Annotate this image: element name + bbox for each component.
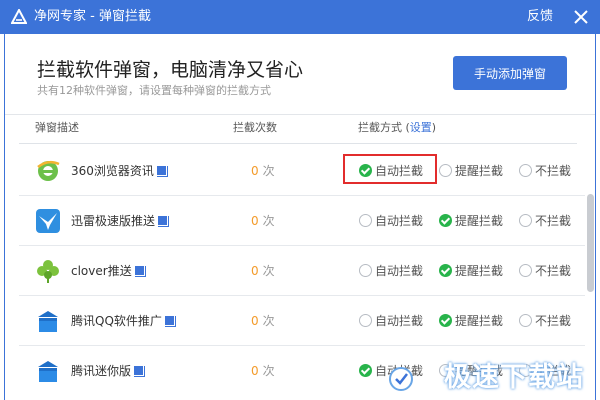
watermark-text: 极速下载站 xyxy=(444,362,584,393)
row-name-text: 360浏览器资讯 xyxy=(71,164,154,178)
column-header-method-label: 拦截方式 ( xyxy=(358,121,410,134)
option-label: 提醒拦截 xyxy=(455,263,504,278)
block-count: 0次 xyxy=(251,213,275,229)
option-no-block[interactable]: 不拦截 xyxy=(519,261,571,279)
close-icon[interactable] xyxy=(572,8,590,26)
radio-icon[interactable] xyxy=(439,163,452,177)
page-headline: 拦截软件弹窗，电脑清净又省心 xyxy=(37,59,304,81)
radio-checked-icon[interactable] xyxy=(439,313,452,327)
selection-highlight-box xyxy=(343,154,437,184)
title-bar: 净网专家 - 弹窗拦截 反馈 xyxy=(0,0,600,34)
block-count: 0次 xyxy=(251,313,275,329)
feedback-link[interactable]: 反馈 xyxy=(527,8,553,26)
radio-icon[interactable] xyxy=(519,213,532,227)
row-name: 360浏览器资讯 xyxy=(71,163,167,179)
option-no-block[interactable]: 不拦截 xyxy=(519,161,571,179)
row-name: 迅雷极速版推送 xyxy=(71,213,169,229)
ie-browser-icon xyxy=(37,160,60,181)
option-label: 不拦截 xyxy=(535,263,572,278)
thunder-bird-icon xyxy=(36,209,60,233)
radio-icon[interactable] xyxy=(519,313,532,327)
blue-box-icon xyxy=(38,361,58,382)
row-name-text: 腾讯QQ软件推广 xyxy=(71,314,162,328)
radio-checked-icon[interactable] xyxy=(439,263,452,277)
column-header-count: 拦截次数 xyxy=(233,121,277,134)
row-name-text: clover推送 xyxy=(71,264,132,278)
block-count-unit: 次 xyxy=(262,214,275,228)
radio-icon[interactable] xyxy=(359,313,372,327)
popup-blocker-window: 拦截软件弹窗，电脑清净又省心 共有12种软件弹窗，请设置每种弹窗的拦截方式 手动… xyxy=(4,34,596,400)
detail-icon[interactable] xyxy=(133,265,145,276)
block-count-value: 0 xyxy=(251,364,259,378)
block-count-unit: 次 xyxy=(262,264,275,278)
block-count: 0次 xyxy=(251,263,275,279)
radio-icon[interactable] xyxy=(359,213,372,227)
detail-icon[interactable] xyxy=(133,365,145,376)
watermark-logo-icon xyxy=(389,367,413,391)
block-count-value: 0 xyxy=(251,264,259,278)
add-popup-button[interactable]: 手动添加弹窗 xyxy=(453,56,567,90)
option-auto-block[interactable]: 自动拦截 xyxy=(359,211,423,229)
block-count-value: 0 xyxy=(251,214,259,228)
table-row: 迅雷极速版推送 0次 自动拦截 提醒拦截 不拦截 xyxy=(5,196,585,246)
option-label: 自动拦截 xyxy=(375,313,424,328)
settings-link[interactable]: 设置 xyxy=(410,121,432,134)
option-remind-block[interactable]: 提醒拦截 xyxy=(439,261,503,279)
block-count-unit: 次 xyxy=(262,164,275,178)
column-header-description: 弹窗描述 xyxy=(35,121,79,134)
option-label: 不拦截 xyxy=(535,213,572,228)
option-label: 不拦截 xyxy=(535,313,572,328)
option-label: 自动拦截 xyxy=(375,263,424,278)
radio-icon[interactable] xyxy=(519,263,532,277)
header-panel: 拦截软件弹窗，电脑清净又省心 共有12种软件弹窗，请设置每种弹窗的拦截方式 手动… xyxy=(5,34,595,115)
row-name: 腾讯迷你版 xyxy=(71,363,145,379)
detail-icon[interactable] xyxy=(155,165,167,176)
scrollbar-thumb[interactable] xyxy=(587,194,594,292)
table-divider xyxy=(19,143,577,144)
blue-box-icon xyxy=(38,311,58,332)
option-label: 不拦截 xyxy=(535,163,572,178)
option-remind-block[interactable]: 提醒拦截 xyxy=(439,311,503,329)
detail-icon[interactable] xyxy=(163,315,175,326)
column-header-method: 拦截方式 (设置) xyxy=(358,120,436,136)
page-subtitle: 共有12种软件弹窗，请设置每种弹窗的拦截方式 xyxy=(37,84,271,97)
option-auto-block[interactable]: 自动拦截 xyxy=(359,261,423,279)
option-no-block[interactable]: 不拦截 xyxy=(519,311,571,329)
block-count-unit: 次 xyxy=(262,314,275,328)
table-row: 腾讯QQ软件推广 0次 自动拦截 提醒拦截 不拦截 xyxy=(5,296,585,346)
detail-icon[interactable] xyxy=(157,215,169,226)
table-row: clover推送 0次 自动拦截 提醒拦截 不拦截 xyxy=(5,246,585,296)
row-name-text: 腾讯迷你版 xyxy=(71,364,132,378)
radio-checked-icon[interactable] xyxy=(359,363,372,377)
block-count: 0次 xyxy=(251,363,275,379)
radio-icon[interactable] xyxy=(519,163,532,177)
radio-checked-icon[interactable] xyxy=(439,213,452,227)
app-logo-icon xyxy=(11,9,27,24)
option-label: 自动拦截 xyxy=(375,213,424,228)
block-count-value: 0 xyxy=(251,314,259,328)
option-remind-block[interactable]: 提醒拦截 xyxy=(439,211,503,229)
column-header-method-close: ) xyxy=(431,121,437,134)
block-count: 0次 xyxy=(251,163,275,179)
option-label: 提醒拦截 xyxy=(455,213,504,228)
block-count-unit: 次 xyxy=(262,364,275,378)
row-name: clover推送 xyxy=(71,263,145,279)
block-count-value: 0 xyxy=(251,164,259,178)
row-name: 腾讯QQ软件推广 xyxy=(71,313,175,329)
table-row: 360浏览器资讯 0次 自动拦截 提醒拦截 不拦截 xyxy=(5,146,585,196)
option-no-block[interactable]: 不拦截 xyxy=(519,211,571,229)
option-label: 提醒拦截 xyxy=(455,313,504,328)
window-title: 净网专家 - 弹窗拦截 xyxy=(34,9,151,24)
clover-leaf-icon xyxy=(37,260,59,283)
row-name-text: 迅雷极速版推送 xyxy=(71,214,156,228)
option-auto-block[interactable]: 自动拦截 xyxy=(359,311,423,329)
option-remind-block[interactable]: 提醒拦截 xyxy=(439,161,503,179)
option-label: 提醒拦截 xyxy=(455,163,504,178)
radio-icon[interactable] xyxy=(359,263,372,277)
